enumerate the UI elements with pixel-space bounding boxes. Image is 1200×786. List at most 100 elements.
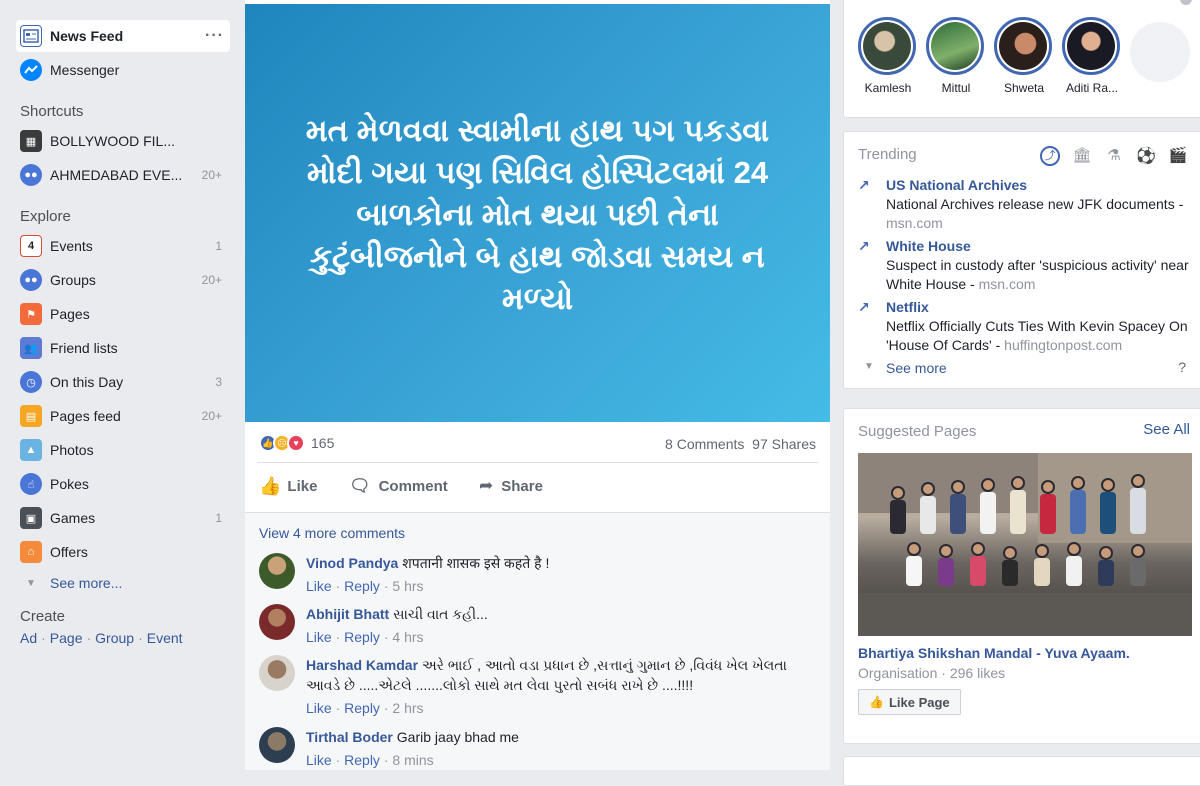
trending-source: huffingtonpost.com: [1004, 337, 1123, 353]
trending-source: msn.com: [978, 276, 1036, 292]
help-icon[interactable]: ?: [1178, 359, 1186, 375]
avatar[interactable]: [259, 604, 295, 640]
sidebar-item-groups[interactable]: ●● Groups 20+: [16, 264, 230, 296]
science-tab-icon[interactable]: ⚗: [1104, 146, 1124, 166]
comment-author[interactable]: Harshad Kamdar: [306, 657, 418, 673]
comment-time[interactable]: 5 hrs: [392, 578, 423, 594]
trending-item[interactable]: ↗ White House Suspect in custody after '…: [858, 237, 1198, 295]
comment-reply-link[interactable]: Reply: [344, 578, 380, 594]
thumbs-up-icon: 👍: [259, 476, 282, 496]
comment-time[interactable]: 8 mins: [392, 752, 433, 768]
sidebar-item-friend-lists[interactable]: 👥 Friend lists: [16, 332, 230, 364]
comment-reply-link[interactable]: Reply: [344, 629, 380, 645]
comment-time[interactable]: 2 hrs: [392, 700, 423, 716]
create-ad-link[interactable]: Ad: [20, 630, 37, 646]
view-more-comments-link[interactable]: View 4 more comments: [259, 525, 405, 541]
calendar-icon: 4: [20, 235, 42, 257]
trending-desc: Suspect in custody after 'suspicious act…: [886, 257, 1189, 292]
comment-like-link[interactable]: Like: [306, 700, 332, 716]
count-badge: 1: [215, 239, 222, 253]
comment-author[interactable]: Tirthal Boder: [306, 729, 393, 745]
post-stats: 8 Comments 97 Shares: [665, 436, 816, 452]
shares-count[interactable]: 97 Shares: [752, 436, 816, 452]
trending-see-more-link[interactable]: See more: [886, 360, 947, 376]
like-page-button[interactable]: 👍 Like Page: [858, 689, 961, 715]
divider: [257, 462, 818, 463]
trending-topics-tab-icon[interactable]: ⤴: [1040, 146, 1060, 166]
comment-author[interactable]: Abhijit Bhatt: [306, 606, 389, 622]
sidebar-item-label: News Feed: [50, 28, 124, 44]
trending-card: Trending ⤴ 🏛 ⚗ ⚽ 🎬 ↗ US National Archive…: [843, 131, 1200, 389]
entertainment-tab-icon[interactable]: 🎬: [1168, 146, 1188, 166]
count-badge: 20+: [201, 273, 222, 287]
trending-title[interactable]: Netflix: [886, 298, 929, 317]
trending-title[interactable]: White House: [886, 237, 971, 256]
sidebar-item-pages[interactable]: ⚑ Pages: [16, 298, 230, 330]
trending-item[interactable]: ↗ US National Archives National Archives…: [858, 176, 1198, 234]
reactions-summary[interactable]: 👍 ☹ ♥ 165: [259, 434, 334, 452]
pages-feed-icon: ▤: [20, 405, 42, 427]
story-item[interactable]: Mittul: [926, 17, 986, 95]
sidebar-item-label: Pages: [50, 306, 90, 322]
create-links: Ad · Page · Group · Event: [20, 630, 183, 646]
story-item[interactable]: Aditi Ra...: [1062, 17, 1122, 95]
comment-button[interactable]: 🗨 Comment: [349, 476, 448, 496]
news-feed-icon: [20, 25, 42, 47]
suggested-page-meta: Organisation · 296 likes: [858, 665, 1006, 681]
avatar[interactable]: [259, 727, 295, 763]
avatar[interactable]: [259, 553, 295, 589]
comment-bubble-icon: 🗨: [349, 476, 371, 495]
sidebar-item-on-this-day[interactable]: ◷ On this Day 3: [16, 366, 230, 398]
sidebar-item-photos[interactable]: ▲ Photos: [16, 434, 230, 466]
story-item[interactable]: Kamlesh: [858, 17, 918, 95]
sidebar-item-pokes[interactable]: ☝ Pokes: [16, 468, 230, 500]
poke-icon: ☝: [20, 473, 42, 495]
shortcuts-header: Shortcuts: [20, 103, 84, 120]
trending-title[interactable]: US National Archives: [886, 176, 1027, 195]
sidebar-item-label: Pokes: [50, 476, 89, 492]
create-event-link[interactable]: Event: [147, 630, 183, 646]
more-options-icon[interactable]: ···: [205, 27, 224, 45]
story-item[interactable]: Shweta: [994, 17, 1054, 95]
settings-icon[interactable]: [1180, 0, 1192, 5]
see-more-link[interactable]: ▼ See more...: [16, 567, 230, 599]
comments-count[interactable]: 8 Comments: [665, 436, 744, 452]
sidebar-item-pages-feed[interactable]: ▤ Pages feed 20+: [16, 400, 230, 432]
trending-item[interactable]: ↗ Netflix Netflix Officially Cuts Ties W…: [858, 298, 1198, 356]
comment-like-link[interactable]: Like: [306, 578, 332, 594]
share-button[interactable]: ➦ Share: [479, 476, 543, 496]
story-avatar: [1067, 22, 1115, 70]
sidebar-item-news-feed[interactable]: News Feed ···: [16, 20, 230, 52]
sidebar-item-messenger[interactable]: Messenger: [16, 54, 230, 86]
count-badge: 20+: [201, 168, 222, 182]
comment-reply-link[interactable]: Reply: [344, 752, 380, 768]
sidebar-item-shortcut[interactable]: ●● AHMEDABAD EVE... 20+: [16, 159, 230, 191]
sidebar-item-offers[interactable]: ⌂ Offers: [16, 536, 230, 568]
see-all-link[interactable]: See All: [1143, 421, 1190, 438]
suggested-page-name[interactable]: Bhartiya Shikshan Mandal - Yuva Ayaam.: [858, 645, 1130, 661]
story-avatar: [931, 22, 979, 70]
create-page-link[interactable]: Page: [50, 630, 83, 646]
comment-reply-link[interactable]: Reply: [344, 700, 380, 716]
comment-label: Comment: [378, 477, 448, 495]
like-page-label: Like Page: [888, 694, 950, 710]
politics-tab-icon[interactable]: 🏛: [1072, 146, 1092, 166]
sports-tab-icon[interactable]: ⚽: [1136, 146, 1156, 166]
comment-author[interactable]: Vinod Pandya: [306, 555, 398, 571]
avatar[interactable]: [259, 655, 295, 691]
comment-like-link[interactable]: Like: [306, 629, 332, 645]
sidebar-item-label: Messenger: [50, 62, 120, 78]
post-banner-text: મત મેળવવા સ્વામીના હાથ પગ પકડવા મોદી ગયા…: [305, 113, 770, 316]
explore-header: Explore: [20, 208, 71, 225]
comment-time[interactable]: 4 hrs: [392, 629, 423, 645]
like-button[interactable]: 👍 Like: [259, 476, 317, 497]
group-icon: ●●: [20, 164, 42, 186]
sidebar-item-games[interactable]: ▣ Games 1: [16, 502, 230, 534]
messenger-icon: [20, 59, 42, 81]
sidebar-item-shortcut[interactable]: ▦ BOLLYWOOD FIL...: [16, 125, 230, 157]
page-cover-photo[interactable]: [858, 453, 1192, 636]
story-name: Aditi Ra...: [1065, 81, 1119, 95]
create-group-link[interactable]: Group: [95, 630, 134, 646]
sidebar-item-events[interactable]: 4 Events 1: [16, 230, 230, 262]
comment-like-link[interactable]: Like: [306, 752, 332, 768]
